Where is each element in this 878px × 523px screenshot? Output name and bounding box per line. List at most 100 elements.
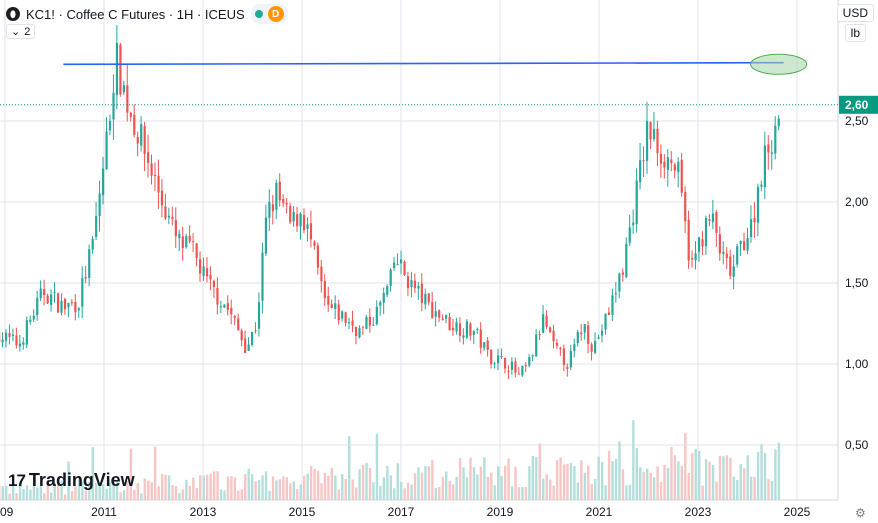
candle-body (219, 306, 223, 308)
candle-body (32, 315, 35, 320)
volume-bar (171, 485, 174, 500)
candle-body (493, 363, 496, 365)
volume-bar (282, 476, 285, 500)
candle-body (133, 114, 136, 135)
candle-body (140, 124, 143, 146)
candle-body (538, 333, 541, 336)
indicator-count: 2 (24, 25, 31, 38)
volume-bar (320, 483, 323, 500)
time-axis[interactable]: 09 2011 2013 2015 2017 2019 2021 2023 2025 ⚙ (0, 505, 866, 520)
candle-body (625, 243, 628, 277)
volume-bar (403, 488, 406, 500)
candle-body (545, 316, 548, 327)
volume-bar (479, 466, 483, 500)
indicator-collapse-button[interactable]: ⌄ 2 (6, 24, 36, 39)
volume-bar (659, 482, 663, 500)
candle-body (60, 300, 63, 313)
candle-body (666, 157, 669, 170)
candle-body (292, 212, 295, 222)
volume-bar (510, 486, 514, 500)
volume-bar (1, 486, 4, 500)
volume-bar (413, 473, 417, 500)
candle-body (396, 264, 399, 266)
volume-bar (337, 489, 341, 500)
candle-body (199, 259, 202, 274)
candle-body (122, 85, 125, 93)
volume-bar (528, 466, 531, 500)
status-pill[interactable]: D (250, 4, 288, 24)
volume-bar (119, 492, 122, 500)
candle-body (420, 283, 423, 303)
chart-canvas[interactable]: 2,50 2,00 1,50 1,00 0,50 2,60 09 2011 2013 2015 2… (0, 0, 878, 523)
candle-body (233, 315, 236, 318)
volume-bar (687, 473, 690, 500)
candle-body (185, 236, 188, 248)
volume-bar (323, 472, 327, 500)
volume-bar (729, 457, 732, 500)
candle-body (77, 308, 80, 311)
candle-body (500, 355, 503, 357)
volume-bar (424, 466, 427, 500)
candle-body (351, 320, 354, 326)
candle-body (569, 350, 572, 368)
candle-body (393, 262, 396, 269)
volume-bar (389, 475, 392, 500)
volume-bar (576, 482, 580, 500)
candle-body (244, 338, 247, 353)
candle-body (348, 322, 351, 324)
candle-body (597, 337, 600, 339)
candle-body (469, 323, 472, 336)
candle-body (490, 349, 493, 365)
volume-bar (548, 479, 552, 500)
highlight-ellipse (750, 53, 808, 75)
candle-body (573, 344, 576, 351)
candle-body (379, 302, 382, 306)
candle-body (722, 251, 725, 254)
symbol-title[interactable]: KC1! · Coffee C Futures · 1H · ICEUS (26, 7, 245, 22)
candle-body (157, 175, 160, 193)
tradingview-logo[interactable]: 17 TradingView (8, 470, 135, 491)
volume-bar (257, 480, 261, 500)
volume-bar (635, 448, 639, 500)
candle-body (767, 144, 770, 153)
settings-gear-icon[interactable]: ⚙ (855, 506, 866, 520)
volume-bar (628, 484, 632, 500)
candle-body (278, 181, 281, 201)
volume-bar (590, 483, 593, 500)
volume-bar (680, 465, 684, 500)
symbol-header[interactable]: ⬮ KC1! · Coffee C Futures · 1H · ICEUS D (6, 4, 288, 24)
unit-selector[interactable]: lb (844, 24, 866, 42)
volume-bar (649, 472, 652, 500)
volume-bar (150, 482, 153, 500)
volume-bar (240, 489, 243, 500)
price-axis[interactable]: 2,50 2,00 1,50 1,00 0,50 2,60 (839, 95, 878, 452)
volume-bar (722, 456, 725, 500)
volume-bar (244, 474, 247, 500)
volume-bar (278, 479, 282, 500)
volume-bar (521, 487, 524, 500)
volume-bar (185, 479, 188, 500)
volume-bar (306, 473, 309, 500)
volume-bar (469, 457, 472, 500)
candle-body (715, 211, 718, 233)
candle-body (1, 339, 4, 343)
candle-body (576, 331, 579, 344)
volume-bar (192, 477, 195, 500)
candle-body (282, 199, 285, 204)
candle-body (153, 175, 157, 177)
volume-bar (614, 458, 618, 500)
candle-body (223, 304, 226, 308)
volume-bar (451, 484, 455, 500)
volume-bar (406, 482, 410, 500)
drawing-overlays[interactable] (0, 53, 838, 106)
volume-bar (490, 472, 493, 500)
candle-body (56, 293, 60, 313)
volume-bar (535, 456, 538, 500)
volume-bar (694, 448, 697, 500)
candle-body (39, 288, 42, 299)
candle-body (98, 193, 101, 216)
candle-body (88, 249, 91, 278)
candle-body (434, 311, 437, 317)
currency-selector[interactable]: USD (836, 4, 874, 22)
candle-body (718, 234, 721, 254)
